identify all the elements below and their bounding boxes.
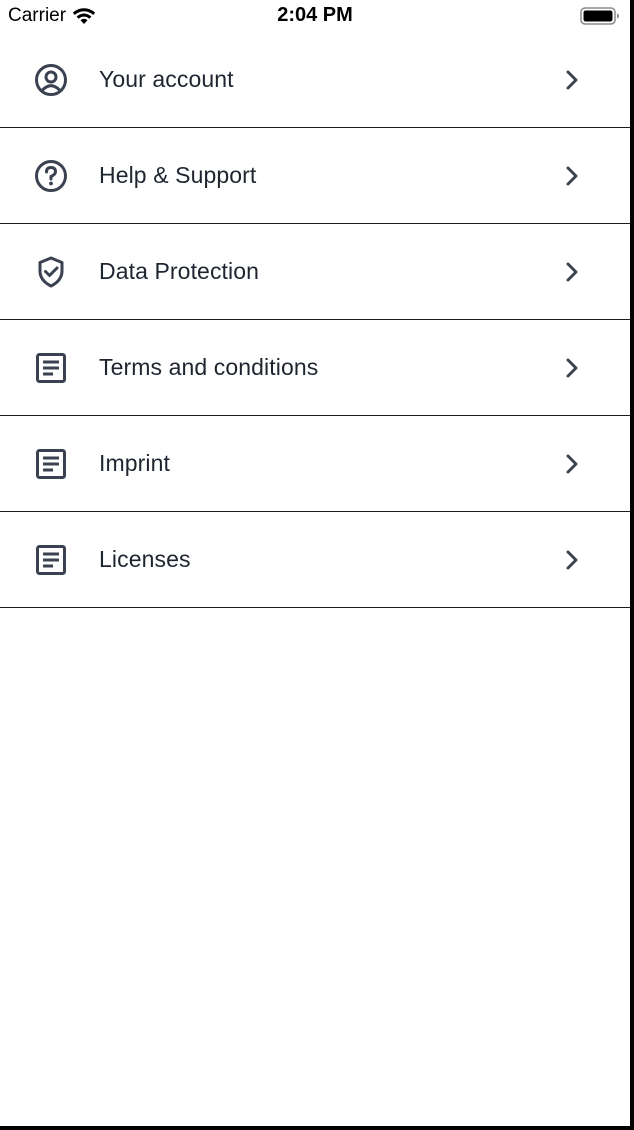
document-icon (33, 542, 69, 578)
menu-item-your-account[interactable]: Your account (0, 32, 630, 128)
app-screen: Carrier 2:04 PM Your account Help & Supp… (0, 0, 634, 1130)
menu-item-help-support[interactable]: Help & Support (0, 128, 630, 224)
status-bar: Carrier 2:04 PM (0, 0, 630, 32)
document-icon (33, 446, 69, 482)
menu-item-licenses[interactable]: Licenses (0, 512, 630, 608)
shield-check-icon (33, 254, 69, 290)
menu-item-label: Help & Support (99, 162, 257, 188)
chevron-right-icon (566, 550, 578, 569)
chevron-right-icon (566, 262, 578, 281)
menu-item-label: Data Protection (99, 258, 260, 284)
chevron-right-icon (566, 70, 578, 89)
menu-item-terms-and-conditions[interactable]: Terms and conditions (0, 320, 630, 416)
menu-item-label: Your account (99, 66, 234, 92)
chevron-right-icon (566, 454, 578, 473)
menu-item-label: Terms and conditions (99, 354, 319, 380)
account-circle-icon (33, 62, 69, 98)
status-time: 2:04 PM (277, 4, 353, 26)
chevron-right-icon (566, 166, 578, 185)
menu-item-label: Licenses (99, 546, 191, 572)
help-circle-icon (33, 158, 69, 194)
menu-item-data-protection[interactable]: Data Protection (0, 224, 630, 320)
settings-menu-list: Your account Help & Support Data Protect… (0, 32, 630, 608)
battery-icon (580, 7, 619, 25)
document-icon (33, 350, 69, 386)
chevron-right-icon (566, 358, 578, 377)
menu-item-imprint[interactable]: Imprint (0, 416, 630, 512)
menu-item-label: Imprint (99, 450, 170, 476)
